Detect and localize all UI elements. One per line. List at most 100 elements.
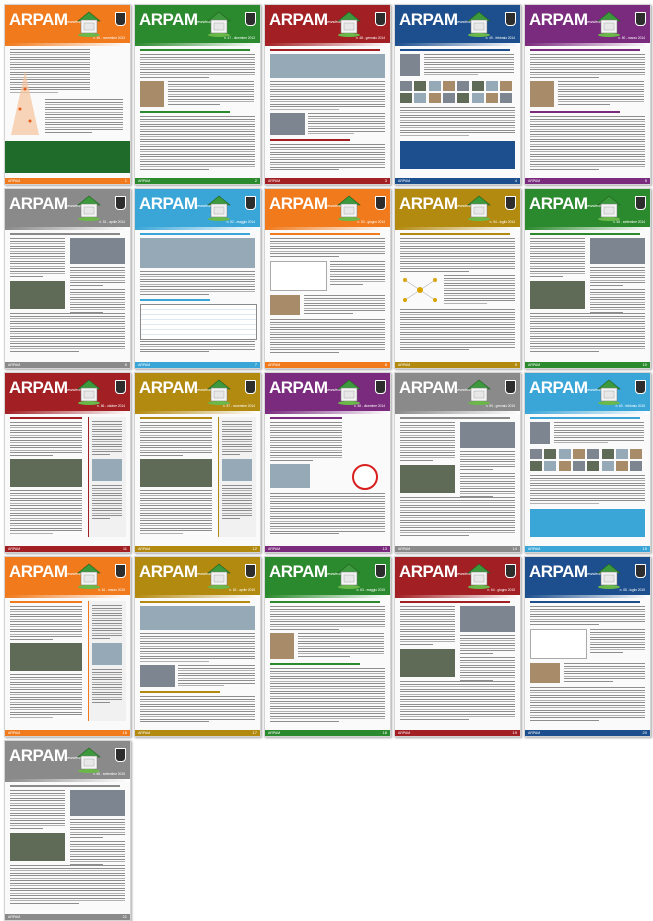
- newsletter-page[interactable]: ARPAM newsletter n. 51 - aprile 2014 ARPAM 6: [4, 188, 131, 369]
- page-header: ARPAM newsletter n. 49 - febbraio 2014: [395, 5, 520, 43]
- text-line: [400, 497, 515, 498]
- text-line: [140, 444, 212, 446]
- text-line: [400, 250, 515, 252]
- text-line: [270, 498, 385, 499]
- newsletter-page[interactable]: ARPAM newsletter n. 52 - maggio 2014 ARPAM 7: [134, 188, 261, 369]
- page-body: [10, 785, 125, 909]
- footer-brand: ARPAM: [528, 363, 541, 367]
- newsletter-page[interactable]: ARPAM newsletter n. 54 - luglio 2014 ARPAM 9: [394, 188, 521, 369]
- text-line: [270, 520, 385, 522]
- text-line: [400, 688, 515, 690]
- newsletter-page[interactable]: ARPAM newsletter n. 55 - settembre 2014 ARP…: [524, 188, 651, 369]
- text-line: [270, 324, 385, 325]
- text-line: [10, 699, 82, 700]
- text-line: [270, 103, 385, 105]
- text-line: [270, 508, 385, 509]
- text-line: [400, 703, 515, 705]
- article-title: [400, 417, 510, 419]
- newsletter-page[interactable]: ARPAM newsletter n. 50 - marzo 2014 ARPAM 5: [524, 4, 651, 185]
- text-line: [10, 709, 82, 710]
- text-line: [92, 487, 122, 489]
- text-line: [530, 611, 645, 612]
- newsletter-page[interactable]: ARPAM newsletter n. 47 - dicembre 2013 ARPA…: [134, 4, 261, 185]
- text-line: [530, 497, 645, 499]
- footer-brand: ARPAM: [268, 363, 281, 367]
- text-line: [400, 449, 455, 451]
- text-line: [10, 870, 125, 871]
- newsletter-page[interactable]: ARPAM newsletter n. 61 - marzo 2015 ARPAM 16: [4, 556, 131, 737]
- text-line: [400, 681, 515, 682]
- text-line: [140, 449, 212, 451]
- text-line: [10, 807, 65, 809]
- text-line: [558, 103, 610, 105]
- text-line: [530, 121, 645, 122]
- text-line: [530, 335, 645, 337]
- text-line: [92, 671, 122, 673]
- text-line: [558, 96, 644, 97]
- newsletter-page[interactable]: ARPAM newsletter n. 46 - novembre 2013 ARPA…: [4, 4, 131, 185]
- text-line: [10, 887, 125, 889]
- text-line: [70, 277, 125, 278]
- newsletter-page[interactable]: ARPAM newsletter n. 66 - settembre 2015 ARP…: [4, 740, 131, 921]
- newsletter-page[interactable]: ARPAM newsletter n. 57 - novembre 2014 ARPA…: [134, 372, 261, 553]
- text-line: [92, 485, 122, 486]
- newsletter-page[interactable]: ARPAM newsletter n. 60 - febbraio 2015 ARPA…: [524, 372, 651, 553]
- text-line: [10, 532, 53, 534]
- text-line: [530, 618, 645, 620]
- text-line: [590, 272, 645, 273]
- house-logo-icon: [77, 11, 101, 37]
- logo-text: ARPAM: [399, 194, 458, 213]
- text-line: [92, 622, 122, 624]
- text-line: [140, 442, 212, 443]
- newsletter-page[interactable]: ARPAM newsletter n. 48 - gennaio 2014 ARPAM…: [264, 4, 391, 185]
- page-number: 10: [642, 362, 647, 367]
- text-line: [92, 510, 122, 511]
- text-line: [10, 49, 90, 50]
- text-line: [400, 134, 469, 136]
- page-header: ARPAM newsletter n. 52 - maggio 2014: [135, 189, 260, 227]
- text-line: [460, 461, 515, 462]
- article-title: [10, 601, 82, 603]
- text-line: [400, 716, 515, 717]
- text-line: [222, 505, 252, 506]
- photo: [442, 93, 455, 103]
- text-line: [530, 707, 645, 708]
- photo: [601, 449, 614, 459]
- newsletter-page[interactable]: ARPAM newsletter n. 64 - giugno 2015 ARPAM 1…: [394, 556, 521, 737]
- text-line: [92, 431, 122, 432]
- text-line: [45, 129, 123, 130]
- text-line: [10, 900, 125, 901]
- newsletter-page[interactable]: ARPAM newsletter n. 65 - luglio 2015 ARPAM 2…: [524, 556, 651, 737]
- text-line: [10, 701, 82, 703]
- page-header: ARPAM newsletter n. 58 - dicembre 2014: [265, 373, 390, 411]
- text-line: [140, 161, 255, 162]
- text-line: [460, 669, 515, 671]
- newsletter-page[interactable]: ARPAM newsletter n. 63 - maggio 2015 ARPAM 1…: [264, 556, 391, 737]
- page-number: 1: [124, 178, 127, 183]
- text-line: [460, 483, 515, 484]
- text-line: [10, 350, 79, 352]
- green-greeting-box: [5, 141, 130, 173]
- newsletter-page[interactable]: ARPAM newsletter n. 59 - gennaio 2015 ARPAM…: [394, 372, 521, 553]
- photo: [10, 833, 65, 861]
- text-line: [530, 128, 645, 130]
- article-title: [140, 417, 212, 419]
- newsletter-page[interactable]: ARPAM newsletter n. 53 - giugno 2014 ARPAM 8: [264, 188, 391, 369]
- text-line: [400, 442, 455, 443]
- text-line: [530, 345, 645, 347]
- article-title: [270, 139, 350, 141]
- newsletter-page[interactable]: ARPAM newsletter n. 58 - dicembre 2014 ARPA…: [264, 372, 391, 553]
- text-line: [530, 253, 585, 254]
- text-line: [400, 444, 455, 446]
- text-line: [70, 846, 125, 847]
- text-line: [70, 269, 125, 271]
- text-line: [270, 344, 385, 345]
- text-line: [400, 691, 515, 692]
- page-body: [10, 233, 125, 357]
- text-line: [222, 421, 252, 422]
- newsletter-page[interactable]: ARPAM newsletter n. 56 - ottobre 2014 ARPAM…: [4, 372, 131, 553]
- text-line: [590, 644, 645, 645]
- text-line: [530, 64, 645, 65]
- newsletter-page[interactable]: ARPAM newsletter n. 49 - febbraio 2014 ARPA…: [394, 4, 521, 185]
- newsletter-page[interactable]: ARPAM newsletter n. 62 - aprile 2015 ARPAM 1…: [134, 556, 261, 737]
